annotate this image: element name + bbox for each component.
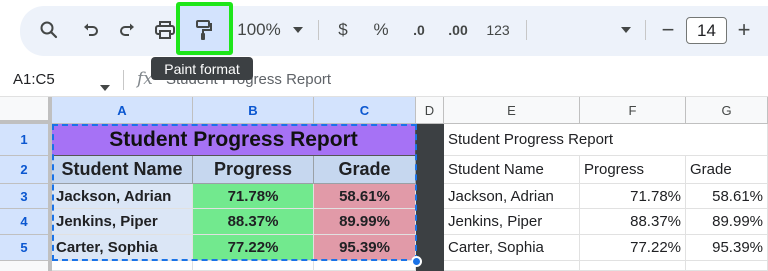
header-progress[interactable]: Progress — [193, 156, 314, 184]
percent-button[interactable]: % — [369, 14, 393, 46]
formula-bar-divider — [123, 70, 124, 90]
column-header-b[interactable]: B — [193, 97, 314, 124]
row-header-3[interactable]: 3 — [0, 184, 52, 209]
decrease-decimal-icon[interactable]: .0 — [406, 14, 432, 46]
plain-title-cell[interactable]: Student Progress Report — [444, 124, 613, 156]
column-header-e[interactable]: E — [444, 97, 580, 124]
spreadsheet-grid: A B C D E F G 1 2 3 4 5 Student Progress… — [0, 97, 768, 271]
progress-cell[interactable]: 88.37% — [193, 209, 314, 235]
plain-progress-cell[interactable]: 71.78% — [580, 184, 686, 209]
progress-cell[interactable]: 71.78% — [193, 184, 314, 209]
empty-cell[interactable] — [580, 124, 686, 156]
font-size-decrease-button[interactable]: − — [658, 14, 678, 46]
progress-cell[interactable]: 77.22% — [193, 235, 314, 261]
plain-progress-cell[interactable]: 88.37% — [580, 209, 686, 235]
plain-student-name-cell[interactable]: Carter, Sophia — [444, 235, 580, 261]
column-header-g[interactable]: G — [686, 97, 768, 124]
row-header-5[interactable]: 5 — [0, 235, 52, 261]
increase-decimal-label: .00 — [448, 22, 468, 38]
paint-format-tooltip: Paint format — [151, 57, 253, 80]
empty-cell[interactable] — [580, 261, 686, 271]
column-header-a[interactable]: A — [52, 97, 193, 124]
column-header-d[interactable]: D — [416, 97, 444, 124]
plain-grade-cell[interactable]: 95.39% — [686, 235, 768, 261]
student-name-cell[interactable]: Carter, Sophia — [52, 235, 193, 261]
fill-handle[interactable] — [411, 256, 422, 267]
zoom-value[interactable]: 100% — [236, 14, 282, 46]
undo-icon[interactable] — [78, 14, 104, 46]
plain-student-name-cell[interactable]: Jenkins, Piper — [444, 209, 580, 235]
plain-header-grade[interactable]: Grade — [686, 156, 768, 184]
toolbar-divider — [526, 20, 527, 40]
empty-cell[interactable] — [686, 261, 768, 271]
row-header-4[interactable]: 4 — [0, 209, 52, 235]
plain-grade-cell[interactable]: 89.99% — [686, 209, 768, 235]
empty-cell[interactable] — [444, 261, 580, 271]
plain-student-name-cell[interactable]: Jackson, Adrian — [444, 184, 580, 209]
row-header-6[interactable] — [0, 261, 52, 271]
chevron-down-icon[interactable] — [290, 14, 306, 46]
name-box[interactable]: A1:C5 — [13, 71, 55, 88]
chevron-down-icon[interactable] — [618, 14, 634, 46]
decrease-decimal-label: .0 — [413, 22, 425, 38]
toolbar-divider — [318, 20, 319, 40]
chevron-down-icon[interactable] — [100, 78, 110, 96]
print-icon[interactable] — [152, 14, 178, 46]
plain-header-progress[interactable]: Progress — [580, 156, 686, 184]
empty-cell[interactable] — [314, 261, 416, 271]
empty-cell[interactable] — [686, 124, 768, 156]
plain-header-student-name[interactable]: Student Name — [444, 156, 580, 184]
increase-decimal-icon[interactable]: .00 — [443, 14, 473, 46]
column-header-c[interactable]: C — [314, 97, 416, 124]
currency-button[interactable]: $ — [333, 14, 353, 46]
number-format-button[interactable]: 123 — [482, 14, 514, 46]
font-size-input[interactable]: 14 — [686, 17, 727, 44]
student-name-cell[interactable]: Jenkins, Piper — [52, 209, 193, 235]
column-d-cells — [416, 124, 444, 271]
header-grade[interactable]: Grade — [314, 156, 416, 184]
toolbar-area: 100% $ % .0 .00 123 − 14 + — [0, 0, 768, 62]
student-name-cell[interactable]: Jackson, Adrian — [52, 184, 193, 209]
row-header-2[interactable]: 2 — [0, 156, 52, 184]
header-student-name[interactable]: Student Name — [52, 156, 193, 184]
grade-cell[interactable]: 58.61% — [314, 184, 416, 209]
font-size-increase-button[interactable]: + — [734, 14, 754, 46]
select-all-corner[interactable] — [0, 97, 52, 124]
empty-cell[interactable] — [193, 261, 314, 271]
search-icon[interactable] — [36, 14, 62, 46]
empty-cell[interactable] — [52, 261, 193, 271]
formula-bar: A1:C5 fx Student Progress Report — [0, 62, 768, 97]
row-header-1[interactable]: 1 — [0, 124, 52, 156]
plain-progress-cell[interactable]: 77.22% — [580, 235, 686, 261]
grade-cell[interactable]: 89.99% — [314, 209, 416, 235]
plain-grade-cell[interactable]: 58.61% — [686, 184, 768, 209]
toolbar-divider — [645, 20, 646, 40]
column-header-f[interactable]: F — [580, 97, 686, 124]
report-title-cell[interactable]: Student Progress Report — [52, 124, 416, 156]
paint-format-icon[interactable] — [191, 14, 217, 46]
redo-icon[interactable] — [114, 14, 140, 46]
grade-cell[interactable]: 95.39% — [314, 235, 416, 261]
